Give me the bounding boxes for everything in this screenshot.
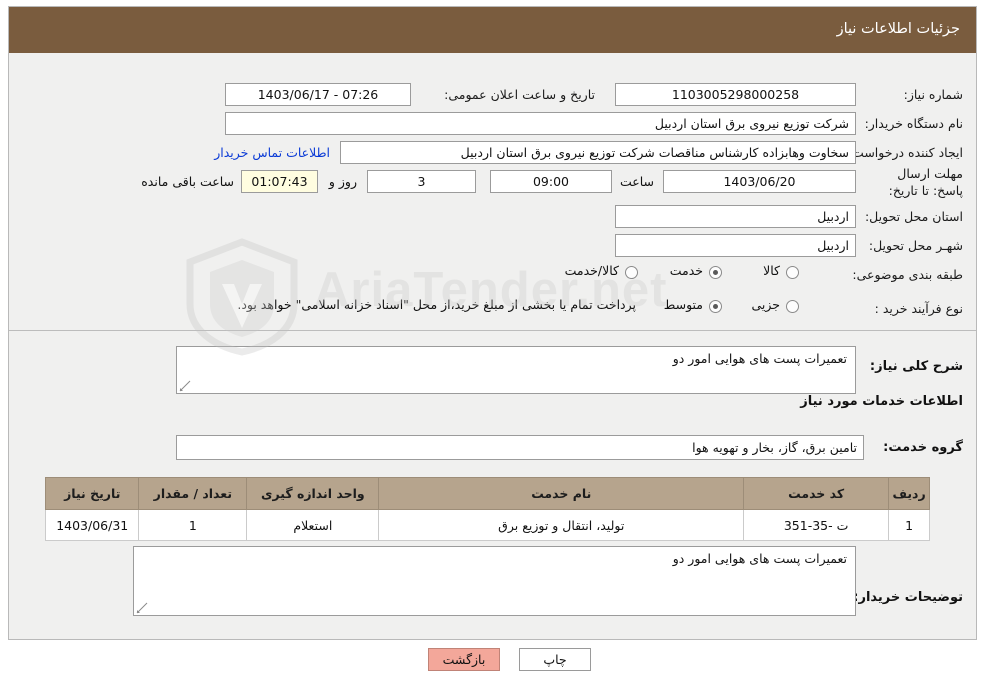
deadline-remaining-field: 01:07:43: [241, 170, 318, 193]
page-title: جزئیات اطلاعات نیاز: [836, 21, 960, 37]
print-button[interactable]: چاپ: [519, 648, 591, 671]
category-label-goods: کالا: [763, 263, 780, 278]
need-number-field: 1103005298000258: [615, 83, 856, 106]
deadline-date-field: 1403/06/20: [663, 170, 856, 193]
cell-service-name: تولید، انتقال و توزیع برق: [378, 509, 745, 541]
cell-unit: استعلام: [246, 509, 380, 541]
need-description-textarea[interactable]: تعمیرات پست های هوایی امور دو: [176, 346, 856, 394]
table-header-row: ردیف کد خدمت نام خدمت واحد اندازه گیری ت…: [44, 477, 930, 510]
deadline-days-field: 3: [367, 170, 476, 193]
th-row-index: ردیف: [888, 477, 930, 510]
resize-grip-icon[interactable]: [179, 380, 191, 392]
buyer-contact-link[interactable]: اطلاعات تماس خریدار: [214, 145, 330, 160]
category-radio-goods-service[interactable]: [625, 266, 638, 279]
deadline-time-label: ساعت: [619, 174, 654, 189]
cell-need-date: 1403/06/31: [44, 509, 140, 541]
deadline-remaining-label: ساعت باقی مانده: [141, 174, 234, 189]
category-label: طبقه بندی موضوعی:: [852, 267, 963, 282]
purchase-type-note: پرداخت تمام یا بخشی از مبلغ خرید،از محل …: [237, 297, 636, 312]
purchase-type-radio-medium[interactable]: [709, 300, 722, 313]
purchase-type-label: نوع فرآیند خرید :: [874, 301, 963, 316]
table-row: 1 ت -35-351 تولید، انتقال و توزیع برق اس…: [44, 509, 930, 541]
announce-datetime-field: 1403/06/17 - 07:26: [225, 83, 411, 106]
buyer-org-field: شرکت توزیع نیروی برق استان اردبیل: [225, 112, 856, 135]
need-number-label: شماره نیاز:: [903, 87, 963, 102]
delivery-city-field: اردبیل: [615, 234, 856, 257]
category-radio-goods[interactable]: [786, 266, 799, 279]
need-info-panel: شماره نیاز: 1103005298000258 تاریخ و ساع…: [9, 59, 976, 331]
cell-row-index: 1: [888, 509, 930, 541]
buyer-notes-label: توضیحات خریدار:: [853, 590, 963, 605]
deadline-days-label: روز و: [328, 174, 357, 189]
deadline-label: مهلت ارسال پاسخ: تا تاریخ:: [888, 166, 963, 198]
deadline-time-field: 09:00: [490, 170, 612, 193]
services-info-title: اطلاعات خدمات مورد نیاز: [800, 394, 963, 409]
services-table: ردیف کد خدمت نام خدمت واحد اندازه گیری ت…: [44, 477, 930, 541]
th-need-date: تاریخ نیاز: [44, 477, 140, 510]
th-service-name: نام خدمت: [378, 477, 745, 510]
purchase-type-radio-minor[interactable]: [786, 300, 799, 313]
purchase-type-label-minor: جزیی: [751, 297, 780, 312]
resize-grip-icon[interactable]: [136, 602, 148, 614]
cell-service-code: ت -35-351: [743, 509, 890, 541]
cell-quantity: 1: [138, 509, 248, 541]
th-service-code: کد خدمت: [743, 477, 890, 510]
back-button[interactable]: بازگشت: [428, 648, 500, 671]
service-group-field: تامین برق، گاز، بخار و تهویه هوا: [176, 435, 864, 460]
category-radio-service[interactable]: [709, 266, 722, 279]
buyer-org-label: نام دستگاه خریدار:: [864, 116, 963, 131]
buyer-notes-textarea[interactable]: تعمیرات پست های هوایی امور دو: [133, 546, 856, 616]
header-bar: جزئیات اطلاعات نیاز: [9, 7, 976, 53]
delivery-city-label: شهـر محل تحویل:: [868, 238, 963, 253]
purchase-type-label-medium: متوسط: [663, 297, 703, 312]
th-unit: واحد اندازه گیری: [246, 477, 380, 510]
delivery-province-field: اردبیل: [615, 205, 856, 228]
buyer-notes-value: تعمیرات پست های هوایی امور دو: [672, 551, 847, 566]
announce-datetime-label: تاریخ و ساعت اعلان عمومی:: [444, 87, 595, 102]
need-description-value: تعمیرات پست های هوایی امور دو: [672, 351, 847, 366]
need-description-label: شرح کلی نیاز:: [869, 359, 963, 374]
category-label-goods-service: کالا/خدمت: [564, 263, 619, 278]
service-group-label: گروه خدمت:: [883, 440, 963, 455]
category-label-service: خدمت: [669, 263, 703, 278]
th-quantity: تعداد / مقدار: [138, 477, 248, 510]
delivery-province-label: استان محل تحویل:: [864, 209, 963, 224]
page-root: جزئیات اطلاعات نیاز شماره نیاز: 11030052…: [0, 0, 985, 691]
requester-field: سخاوت وهابزاده کارشناس مناقصات شرکت توزی…: [340, 141, 856, 164]
